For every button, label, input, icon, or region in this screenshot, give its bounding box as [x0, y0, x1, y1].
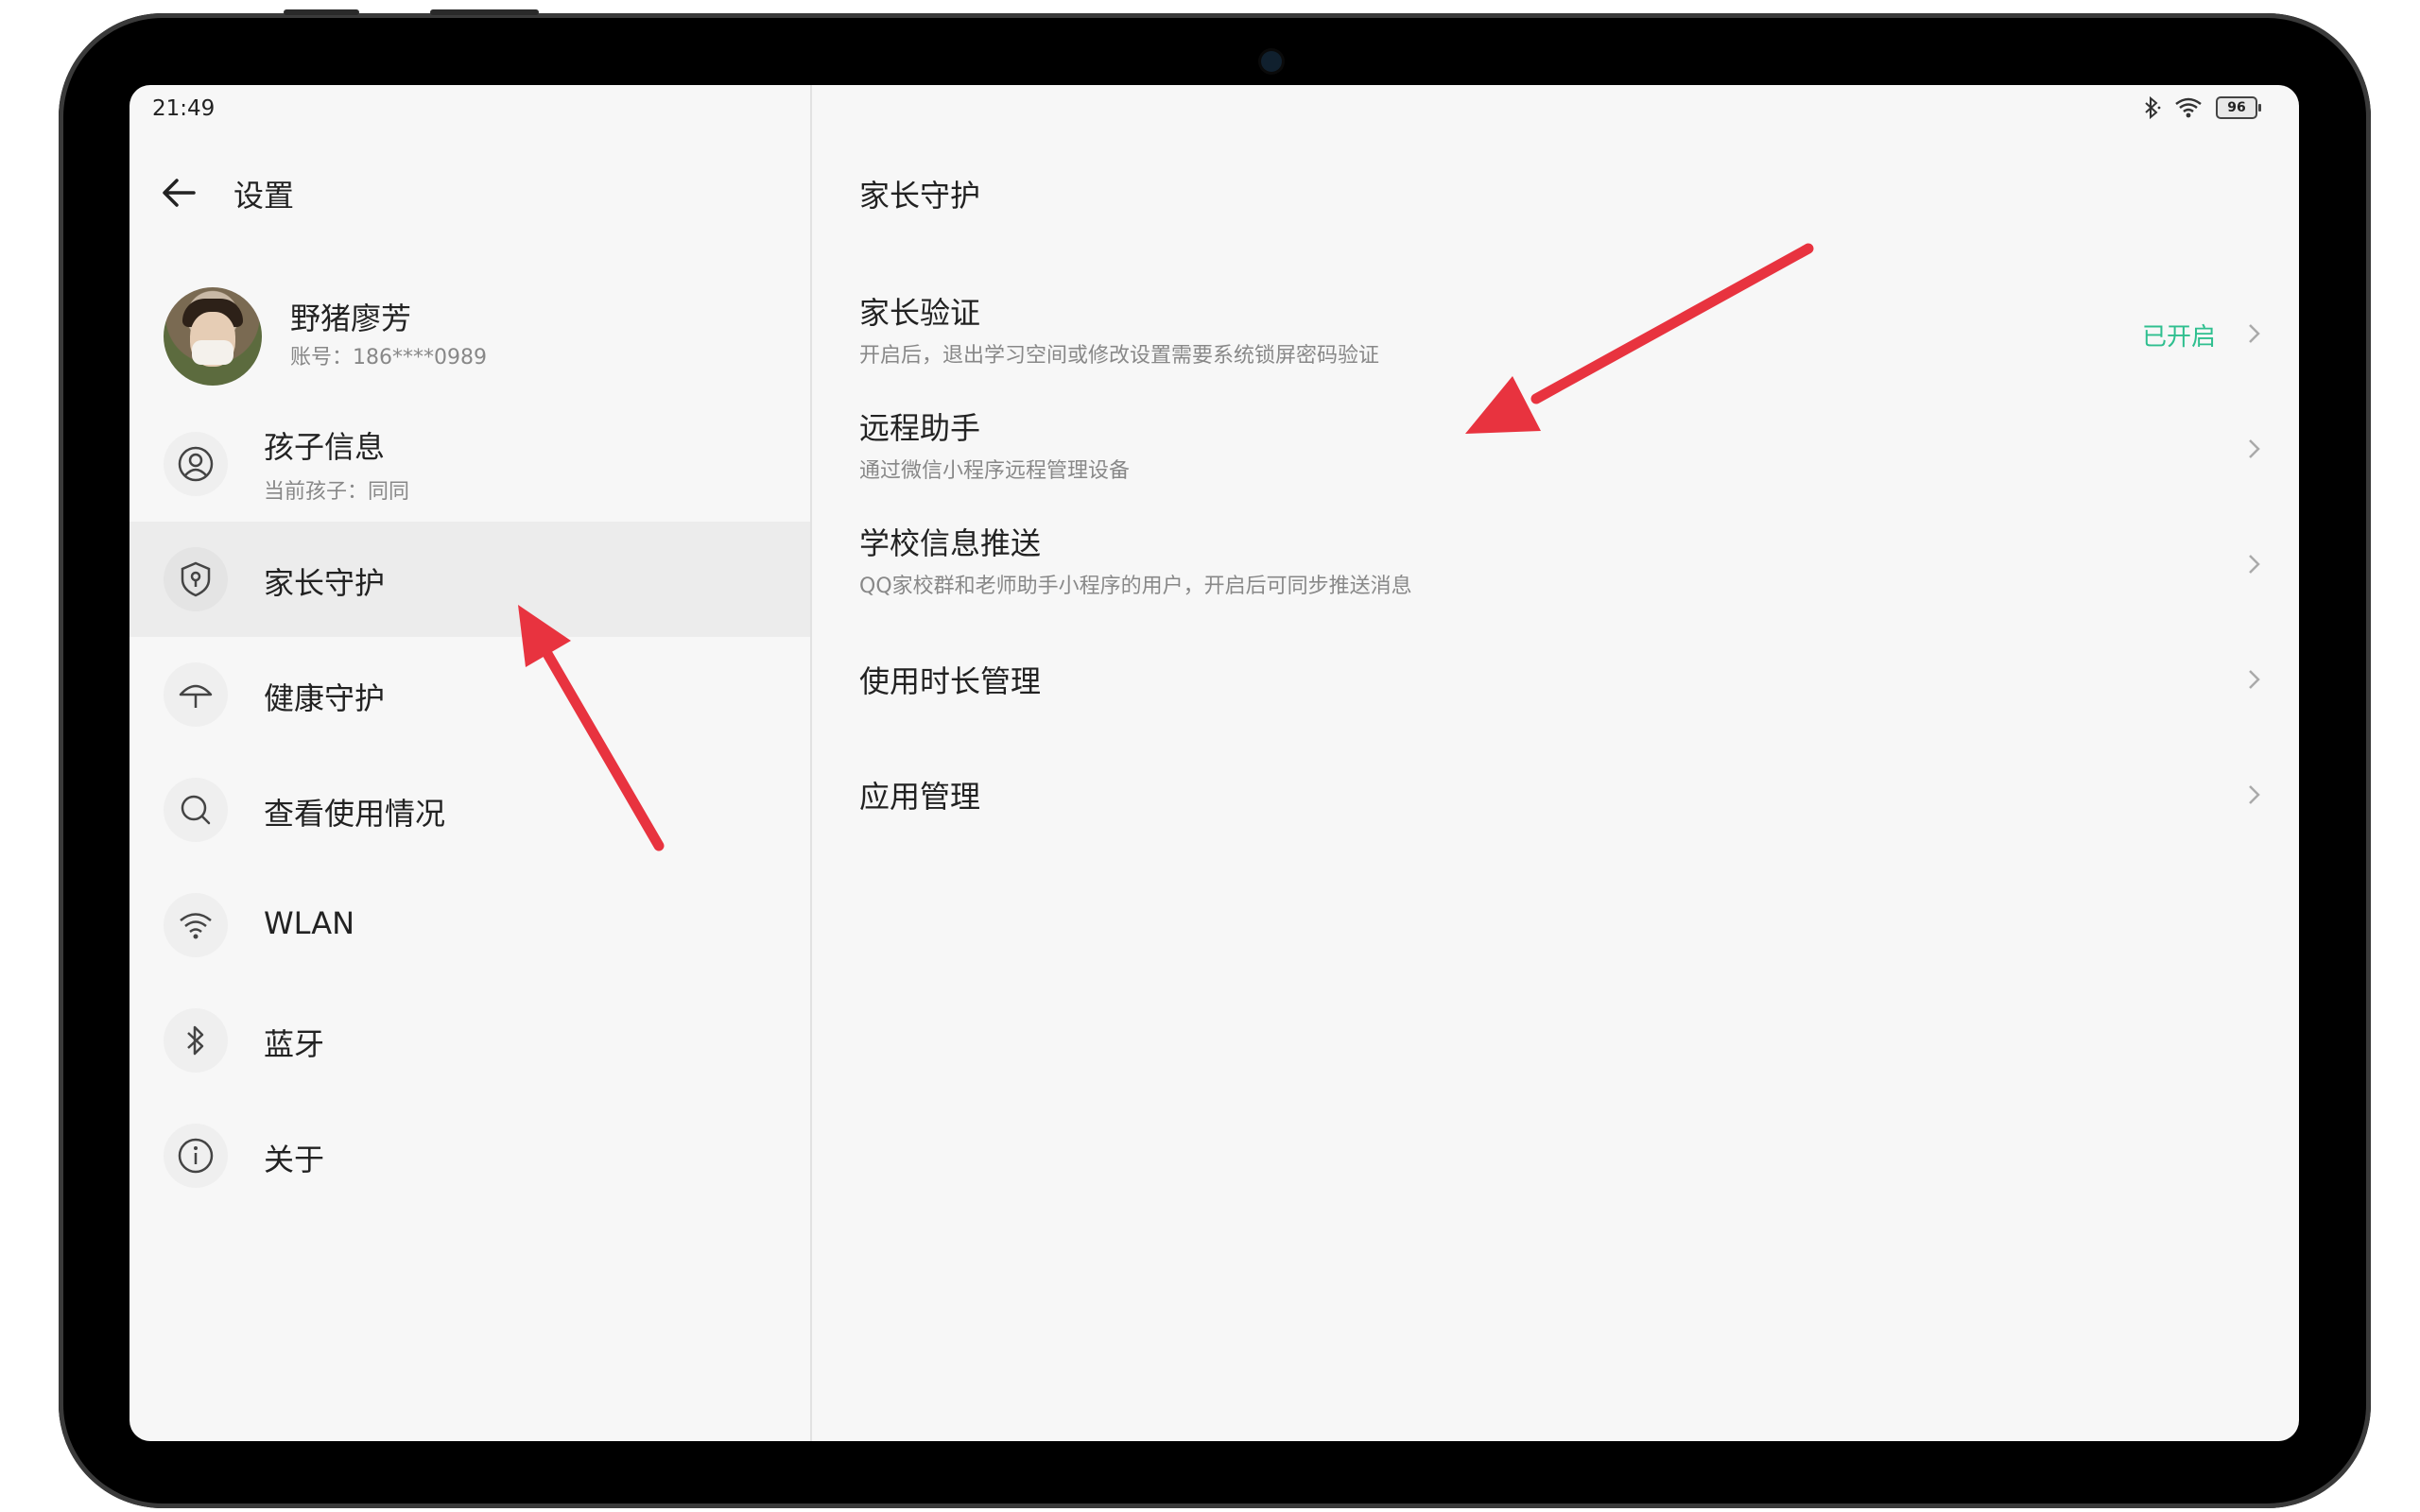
row-title: 使用时长管理	[859, 663, 1042, 699]
sidebar-item-sub: 当前孩子：同同	[264, 480, 410, 504]
chevron-right-icon	[2249, 785, 2260, 804]
profile-name: 野猪廖芳	[290, 301, 412, 336]
info-icon	[164, 1124, 228, 1188]
sidebar-item-bluetooth[interactable]: 蓝牙	[130, 983, 810, 1098]
sidebar-item-usage[interactable]: 查看使用情况	[130, 752, 810, 868]
sidebar-item-label: 家长守护	[264, 565, 386, 601]
row-subtitle: QQ家校群和老师助手小程序的用户，开启后可同步推送消息	[859, 575, 1412, 598]
detail-title: 家长守护	[859, 178, 981, 214]
row-school-push[interactable]: 学校信息推送 QQ家校群和老师助手小程序的用户，开启后可同步推送消息	[812, 505, 2299, 620]
row-title: 家长验证	[859, 295, 981, 331]
sidebar-item-label: 健康守护	[264, 680, 386, 716]
detail-panel: 家长守护 家长验证 开启后，退出学习空间或修改设置需要系统锁屏密码验证 已开启 …	[812, 85, 2299, 1441]
sidebar-item-child-info[interactable]: 孩子信息 当前孩子：同同	[130, 406, 810, 522]
chevron-right-icon	[2249, 555, 2260, 574]
bluetooth-icon	[164, 1008, 228, 1073]
chevron-right-icon	[2249, 670, 2260, 689]
profile-account: 账号：186****0989	[290, 346, 487, 369]
sidebar-item-label: 查看使用情况	[264, 796, 446, 832]
sidebar-item-label: WLAN	[264, 905, 355, 941]
search-icon	[164, 778, 228, 842]
row-title: 远程助手	[859, 410, 981, 446]
row-title: 学校信息推送	[859, 525, 1042, 561]
sidebar-item-parental-guard[interactable]: 家长守护	[130, 522, 810, 637]
sidebar-item-label: 蓝牙	[264, 1026, 325, 1062]
wifi-icon	[164, 893, 228, 957]
front-camera	[1261, 51, 1282, 72]
row-title: 应用管理	[859, 779, 981, 815]
sidebar-item-about[interactable]: 关于	[130, 1098, 810, 1213]
settings-sidebar: 设置 野猪廖芳 账号：186****0989 孩子信息 当前孩子：同同 家长守护	[130, 85, 810, 1441]
sidebar-item-health-guard[interactable]: 健康守护	[130, 637, 810, 752]
profile-card[interactable]: 野猪廖芳 账号：186****0989	[130, 274, 810, 397]
row-remote-assistant[interactable]: 远程助手 通过微信小程序远程管理设备	[812, 389, 2299, 505]
row-app-management[interactable]: 应用管理	[812, 735, 2299, 850]
person-icon	[164, 432, 228, 496]
volume-button	[284, 9, 359, 15]
sidebar-item-label: 关于	[264, 1142, 325, 1177]
power-button	[430, 9, 539, 15]
screen: 21:49 96 设置 野猪廖芳 账号：186****0989 孩子信息 当前孩…	[130, 85, 2299, 1441]
sidebar-item-wlan[interactable]: WLAN	[130, 868, 810, 983]
chevron-right-icon	[2249, 439, 2260, 458]
status-badge: 已开启	[2141, 323, 2216, 352]
page-title: 设置	[233, 178, 295, 214]
row-subtitle: 开启后，退出学习空间或修改设置需要系统锁屏密码验证	[859, 344, 1380, 368]
shield-icon	[164, 547, 228, 611]
chevron-right-icon	[2249, 324, 2260, 343]
sidebar-item-label: 孩子信息	[264, 429, 386, 465]
row-subtitle: 通过微信小程序远程管理设备	[859, 459, 1131, 483]
row-parent-verification[interactable]: 家长验证 开启后，退出学习空间或修改设置需要系统锁屏密码验证 已开启	[812, 274, 2299, 389]
umbrella-icon	[164, 662, 228, 727]
row-screen-time[interactable]: 使用时长管理	[812, 620, 2299, 735]
avatar	[164, 287, 262, 386]
back-arrow-icon[interactable]	[158, 172, 199, 214]
